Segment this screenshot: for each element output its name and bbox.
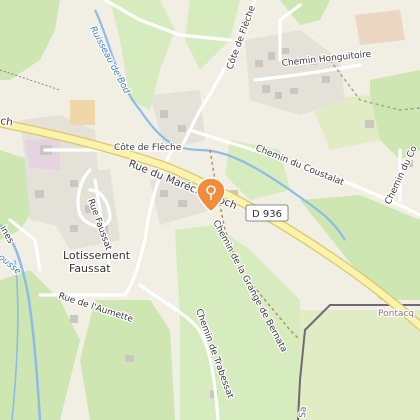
building	[255, 60, 263, 67]
meadow-area	[300, 310, 420, 420]
building	[35, 190, 44, 198]
building	[262, 85, 270, 93]
building	[290, 88, 298, 94]
locality-label-pontacq: Pontacq	[378, 309, 414, 319]
street-label-main-left: ch	[0, 115, 14, 129]
street-label-bottom-edge: Sa	[298, 406, 309, 418]
building	[70, 180, 78, 187]
special-area	[70, 100, 95, 125]
building	[178, 125, 186, 132]
map-canvas: ch Rue du Maréchal Foch Côte de Flèche C…	[0, 0, 420, 420]
map-view[interactable]: ch Rue du Maréchal Foch Côte de Flèche C…	[0, 0, 420, 420]
building	[70, 225, 78, 232]
place-label-line-2: Faussat	[69, 262, 111, 275]
place-label-line-1: Lotissement	[63, 249, 131, 262]
building	[178, 200, 187, 207]
road-shield-d936: D 936	[245, 204, 289, 222]
building	[275, 92, 282, 99]
building	[268, 52, 275, 60]
building	[322, 76, 330, 83]
building	[365, 120, 374, 128]
building	[160, 190, 168, 197]
special-area	[355, 10, 405, 45]
street-label-cote-fleche-left: Côte de Flèche	[114, 142, 182, 153]
building	[160, 110, 168, 118]
building	[125, 355, 134, 362]
road-shield-label: D 936	[252, 209, 282, 220]
building	[70, 315, 78, 323]
